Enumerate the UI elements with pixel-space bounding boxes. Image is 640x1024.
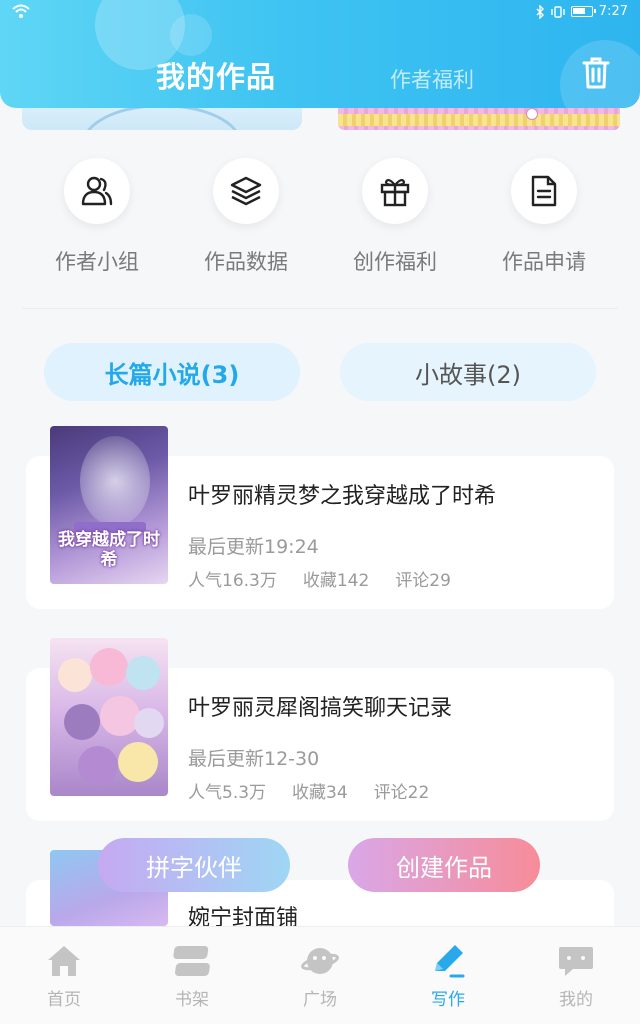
vibrate-icon [551, 5, 565, 18]
work-favorites: 收藏34 [292, 783, 348, 803]
tab-short-stories[interactable]: 小故事(2) [340, 343, 596, 401]
quick-item-label: 作品数据 [204, 250, 288, 274]
cover-art [118, 742, 158, 782]
nav-item-mine[interactable]: 我的 [536, 941, 616, 1010]
work-title[interactable]: 叶罗丽灵犀阁搞笑聊天记录 [188, 690, 452, 722]
nav-item-square[interactable]: 广场 [280, 941, 360, 1010]
quick-item-label: 创作福利 [353, 250, 437, 274]
nav-label: 我的 [559, 990, 593, 1010]
status-right: 7:27 [535, 4, 628, 19]
bluetooth-icon [536, 4, 544, 19]
quick-item-author-group[interactable]: 作者小组 [22, 150, 172, 276]
work-favorites: 收藏142 [302, 571, 370, 591]
nav-item-write[interactable]: 写作 [408, 941, 488, 1010]
cover-art [80, 436, 150, 526]
quick-item-icon-circle [362, 158, 428, 224]
cover-title: 我穿越成了时希 [58, 530, 160, 570]
quick-item-icon-circle [213, 158, 279, 224]
work-stats: 人气16.3万 收藏142 评论29 [188, 566, 451, 591]
work-updated: 最后更新12-30 [188, 748, 320, 770]
work-comments: 评论22 [373, 783, 430, 803]
work-updated: 最后更新19:24 [188, 536, 319, 558]
wifi-icon [12, 4, 30, 18]
document-icon [531, 175, 557, 207]
section-divider [22, 308, 618, 309]
nav-label: 书架 [175, 990, 209, 1010]
battery-icon [570, 6, 596, 17]
planet-icon [300, 941, 340, 981]
pen-icon [428, 941, 468, 981]
create-work-button[interactable]: 创建作品 [348, 838, 540, 892]
cover-art [64, 704, 100, 740]
work-popularity: 人气5.3万 [188, 783, 267, 803]
quick-item-label: 作者小组 [55, 250, 139, 274]
cover-art [90, 648, 128, 686]
quick-item-icon-circle [64, 158, 130, 224]
nav-label: 首页 [47, 990, 81, 1010]
status-bar: 7:27 [0, 0, 640, 26]
chat-bubble-icon [556, 941, 596, 981]
cover-art [78, 746, 118, 786]
trash-icon[interactable] [580, 56, 612, 90]
tab-author-benefits[interactable]: 作者福利 [390, 64, 474, 94]
quick-menu: 作者小组 作品数据 创作福利 作品申请 [22, 150, 618, 280]
work-title[interactable]: 叶罗丽精灵梦之我穿越成了时希 [188, 478, 496, 510]
cover-art [134, 708, 164, 738]
work-popularity: 人气16.3万 [188, 571, 277, 591]
gift-icon [380, 178, 410, 207]
quick-item-label: 作品申请 [502, 250, 586, 274]
top-header: 7:27 我的作品 作者福利 [0, 0, 640, 108]
quick-item-icon-circle [511, 158, 577, 224]
work-stats: 人气5.3万 收藏34 评论22 [188, 778, 429, 803]
bottom-nav: 首页 书架 广场 写作 我的 [0, 926, 640, 1024]
nav-label: 写作 [431, 990, 465, 1010]
tab-long-novels[interactable]: 长篇小说(3) [44, 343, 300, 401]
book-cover[interactable] [50, 638, 168, 796]
nav-item-home[interactable]: 首页 [24, 941, 104, 1010]
cover-art [100, 696, 140, 736]
quick-item-work-data[interactable]: 作品数据 [171, 150, 321, 276]
quick-item-creation-benefits[interactable]: 创作福利 [320, 150, 470, 276]
cover-art [126, 656, 160, 690]
home-icon [44, 941, 84, 981]
status-time: 7:27 [598, 4, 628, 19]
tab-my-works[interactable]: 我的作品 [156, 54, 276, 96]
banner-decoration [338, 114, 620, 126]
spelling-partner-button[interactable]: 拼字伙伴 [98, 838, 290, 892]
users-icon [81, 176, 113, 206]
work-comments: 评论29 [395, 571, 451, 591]
layers-icon [230, 176, 262, 206]
book-cover[interactable]: 我穿越成了时希 [50, 426, 168, 584]
quick-item-work-application[interactable]: 作品申请 [469, 150, 619, 276]
cover-art [58, 658, 92, 692]
nav-label: 广场 [303, 990, 337, 1010]
bookshelf-icon [172, 941, 212, 981]
banner-indicator-dot [526, 108, 538, 120]
nav-item-bookshelf[interactable]: 书架 [152, 941, 232, 1010]
